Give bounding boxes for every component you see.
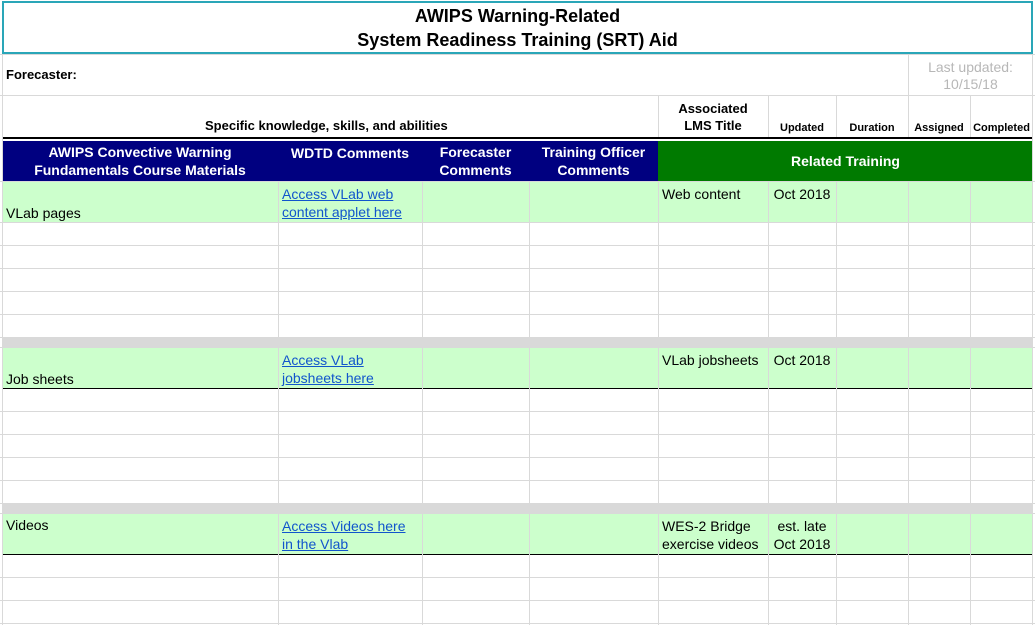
grid-line xyxy=(0,411,1035,412)
grid-line xyxy=(0,245,1035,246)
grid-line xyxy=(0,181,1035,182)
row-band-jobsheets xyxy=(2,348,1033,388)
training-officer-comments-header: Training Officer Comments xyxy=(529,141,658,181)
row-rule xyxy=(2,554,1033,555)
grid-line xyxy=(836,95,837,137)
title-line-1: AWIPS Warning-Related xyxy=(414,5,621,26)
forecaster-header-line-1: Forecaster xyxy=(439,144,512,160)
grid-line xyxy=(0,513,1035,514)
row-band-vlab xyxy=(2,182,1033,222)
grid-line xyxy=(0,434,1035,435)
material-videos: Videos xyxy=(6,517,49,533)
grid-line xyxy=(0,337,1035,338)
updated-vlab: Oct 2018 xyxy=(768,185,836,203)
grid-line xyxy=(970,182,971,625)
training-officer-header-line-1: Training Officer xyxy=(541,144,646,160)
title-line-2: System Readiness Training (SRT) Aid xyxy=(357,29,678,50)
jobsheets-link-line-2[interactable]: jobsheets here xyxy=(282,369,374,387)
vlab-videos-link[interactable]: Access Videos here in the Vlab xyxy=(282,517,405,553)
grid-line xyxy=(768,182,769,625)
updated-videos-line-1: est. late xyxy=(777,518,827,534)
lms-title-line-2: LMS Title xyxy=(684,118,742,133)
videos-link-line-1[interactable]: Access Videos here xyxy=(282,517,405,535)
section-divider-1 xyxy=(2,338,1033,347)
vlab-link-line-2[interactable]: content applet here xyxy=(282,203,402,221)
grid-line xyxy=(970,95,971,137)
assigned-heading: Assigned xyxy=(914,122,964,134)
lms-title-heading: Associated LMS Title xyxy=(658,100,768,134)
related-training-header: Related Training xyxy=(791,153,900,169)
grid-line xyxy=(0,480,1035,481)
grid-line xyxy=(0,268,1035,269)
lms-title-videos: WES-2 Bridge exercise videos xyxy=(662,517,759,553)
grid-line xyxy=(836,182,837,625)
lms-title-line-1: Associated xyxy=(678,101,748,116)
title-banner: AWIPS Warning-Related System Readiness T… xyxy=(2,1,1033,54)
duration-heading: Duration xyxy=(849,122,895,134)
grid-line xyxy=(0,503,1035,504)
grid-line xyxy=(0,577,1035,578)
grid-line xyxy=(0,54,1035,55)
videos-link-line-2[interactable]: in the Vlab xyxy=(282,535,405,553)
grid-line xyxy=(0,623,1035,624)
vlab-web-content-link[interactable]: Access VLab web content applet here xyxy=(282,185,402,221)
grid-line xyxy=(0,314,1035,315)
row-rule xyxy=(2,388,1033,389)
grid-line xyxy=(768,95,769,137)
lms-title-vlab-line-1: Web content xyxy=(662,186,741,202)
grid-line xyxy=(0,291,1035,292)
grid-line xyxy=(422,182,423,625)
section-divider-2 xyxy=(2,504,1033,513)
grid-line xyxy=(0,347,1035,348)
grid-line xyxy=(2,54,3,625)
material-job-sheets: Job sheets xyxy=(6,371,74,387)
lms-title-videos-line-1: WES-2 Bridge xyxy=(662,518,751,534)
grid-line xyxy=(658,95,659,137)
training-officer-header-line-2: Comments xyxy=(557,162,630,178)
grid-line xyxy=(658,182,659,625)
forecaster-header-line-2: Comments xyxy=(439,162,512,178)
materials-column-header: AWIPS Convective Warning Fundamentals Cou… xyxy=(2,141,278,181)
last-updated-date: 10/15/18 xyxy=(943,76,998,92)
completed-heading: Completed xyxy=(973,122,1030,134)
lms-title-jobsheets: VLab jobsheets xyxy=(662,351,759,369)
updated-heading: Updated xyxy=(780,122,824,134)
forecaster-comments-header: Forecaster Comments xyxy=(422,141,529,181)
materials-header-line-1: AWIPS Convective Warning xyxy=(48,144,232,160)
grid-line xyxy=(278,182,279,625)
ksa-heading: Specific knowledge, skills, and abilitie… xyxy=(205,118,448,133)
updated-vlab-line-1: Oct 2018 xyxy=(773,186,831,202)
lms-title-videos-line-2: exercise videos xyxy=(662,536,759,552)
vlab-link-line-1[interactable]: Access VLab web xyxy=(282,185,402,203)
grid-line xyxy=(0,600,1035,601)
forecaster-label: Forecaster: xyxy=(6,67,77,82)
vlab-jobsheets-link[interactable]: Access VLab jobsheets here xyxy=(282,351,374,387)
updated-videos: est. late Oct 2018 xyxy=(768,517,836,553)
grid-line xyxy=(0,95,1035,96)
last-updated-label: Last updated: xyxy=(928,59,1013,75)
lms-title-vlab: Web content xyxy=(662,185,740,203)
materials-header-line-2: Fundamentals Course Materials xyxy=(34,162,246,178)
lms-title-jobsheets-line-1: VLab jobsheets xyxy=(662,352,759,368)
grid-line xyxy=(0,222,1035,223)
updated-jobsheets-line-1: Oct 2018 xyxy=(773,352,831,368)
grid-line xyxy=(1032,54,1033,625)
jobsheets-link-line-1[interactable]: Access VLab xyxy=(282,351,374,369)
grid-line xyxy=(908,54,909,137)
material-vlab-pages: VLab pages xyxy=(6,205,81,221)
grid-line xyxy=(0,457,1035,458)
updated-videos-line-2: Oct 2018 xyxy=(773,536,831,552)
grid-line xyxy=(908,182,909,625)
row-band-videos xyxy=(2,514,1033,554)
header-rule xyxy=(2,137,1033,139)
last-updated: Last updated: 10/15/18 xyxy=(908,59,1033,93)
updated-jobsheets: Oct 2018 xyxy=(768,351,836,369)
grid-line xyxy=(529,182,530,625)
wdtd-comments-header: WDTD Comments xyxy=(290,145,410,161)
